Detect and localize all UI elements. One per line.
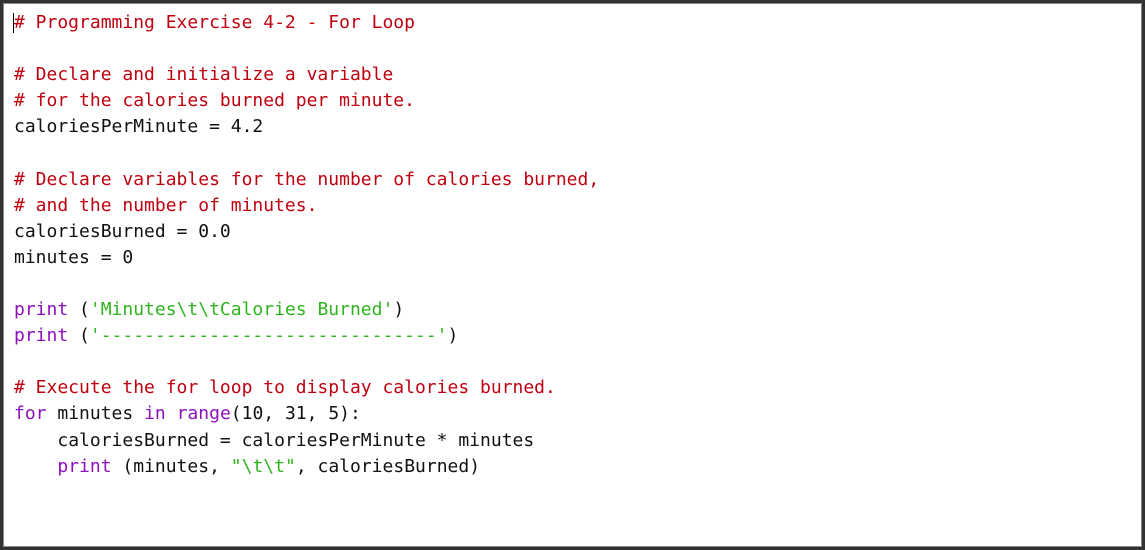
code-line-4: # for the calories burned per minute.: [14, 88, 1131, 114]
space: [47, 403, 58, 424]
comma: ,: [209, 456, 231, 477]
keyword-for: for: [14, 403, 47, 424]
code-line-9: caloriesBurned = 0.0: [14, 219, 1131, 245]
code-line-12: print ('Minutes\t\tCalories Burned'): [14, 297, 1131, 323]
code-line-10: minutes = 0: [14, 245, 1131, 271]
code-line-7: # Declare variables for the number of ca…: [14, 167, 1131, 193]
code-line-17: caloriesBurned = caloriesPerMinute * min…: [14, 428, 1131, 454]
space: [112, 456, 123, 477]
string: 'Minutes\t\tCalories Burned': [90, 299, 393, 320]
code-line-8: # and the number of minutes.: [14, 193, 1131, 219]
identifier: minutes: [57, 403, 133, 424]
code-line-blank: [14, 140, 1131, 166]
number: 0: [122, 247, 133, 268]
paren: (: [79, 325, 90, 346]
identifier: minutes: [458, 430, 534, 451]
code-line-3: # Declare and initialize a variable: [14, 62, 1131, 88]
paren: (: [122, 456, 133, 477]
string: "\t\t": [231, 456, 296, 477]
paren: ): [393, 299, 404, 320]
code-line-blank: [14, 36, 1131, 62]
number: 4.2: [231, 116, 264, 137]
comment: # for the calories burned per minute.: [14, 90, 415, 111]
identifier: caloriesPerMinute: [14, 116, 198, 137]
code-line-16: for minutes in range(10, 31, 5):: [14, 401, 1131, 427]
comma: ,: [296, 456, 318, 477]
code-editor[interactable]: # Programming Exercise 4-2 - For Loop # …: [3, 3, 1142, 547]
space: [133, 403, 144, 424]
identifier: caloriesBurned: [318, 456, 470, 477]
identifier: caloriesPerMinute: [242, 430, 426, 451]
space: [68, 299, 79, 320]
number: 0.0: [198, 221, 231, 242]
indent: [14, 456, 57, 477]
identifier: caloriesBurned: [14, 221, 166, 242]
identifier: minutes: [133, 456, 209, 477]
code-line-blank: [14, 271, 1131, 297]
paren: (: [79, 299, 90, 320]
operator: *: [426, 430, 459, 451]
comment: # Programming Exercise 4-2 - For Loop: [14, 12, 415, 33]
paren: ): [448, 325, 459, 346]
comment: # Declare and initialize a variable: [14, 64, 393, 85]
call-args: (10, 31, 5):: [231, 403, 361, 424]
comment: # Execute the for loop to display calori…: [14, 377, 556, 398]
code-line-5: caloriesPerMinute = 4.2: [14, 114, 1131, 140]
operator: =: [166, 221, 199, 242]
code-line-18: print (minutes, "\t\t", caloriesBurned): [14, 454, 1131, 480]
keyword-in: in: [144, 403, 166, 424]
code-line-15: # Execute the for loop to display calori…: [14, 375, 1131, 401]
operator: =: [198, 116, 231, 137]
identifier: caloriesBurned: [57, 430, 209, 451]
space: [68, 325, 79, 346]
text-cursor: [13, 13, 14, 33]
builtin-print: print: [14, 325, 68, 346]
paren: ): [469, 456, 480, 477]
builtin-print: print: [14, 299, 68, 320]
identifier: minutes: [14, 247, 90, 268]
operator: =: [90, 247, 123, 268]
code-line-1: # Programming Exercise 4-2 - For Loop: [14, 10, 1131, 36]
indent: [14, 430, 57, 451]
space: [166, 403, 177, 424]
code-line-13: print ('-------------------------------'…: [14, 323, 1131, 349]
code-line-blank: [14, 349, 1131, 375]
comment: # Declare variables for the number of ca…: [14, 169, 599, 190]
operator: =: [209, 430, 242, 451]
string: '-------------------------------': [90, 325, 448, 346]
comment: # and the number of minutes.: [14, 195, 317, 216]
builtin-range: range: [177, 403, 231, 424]
builtin-print: print: [57, 456, 111, 477]
